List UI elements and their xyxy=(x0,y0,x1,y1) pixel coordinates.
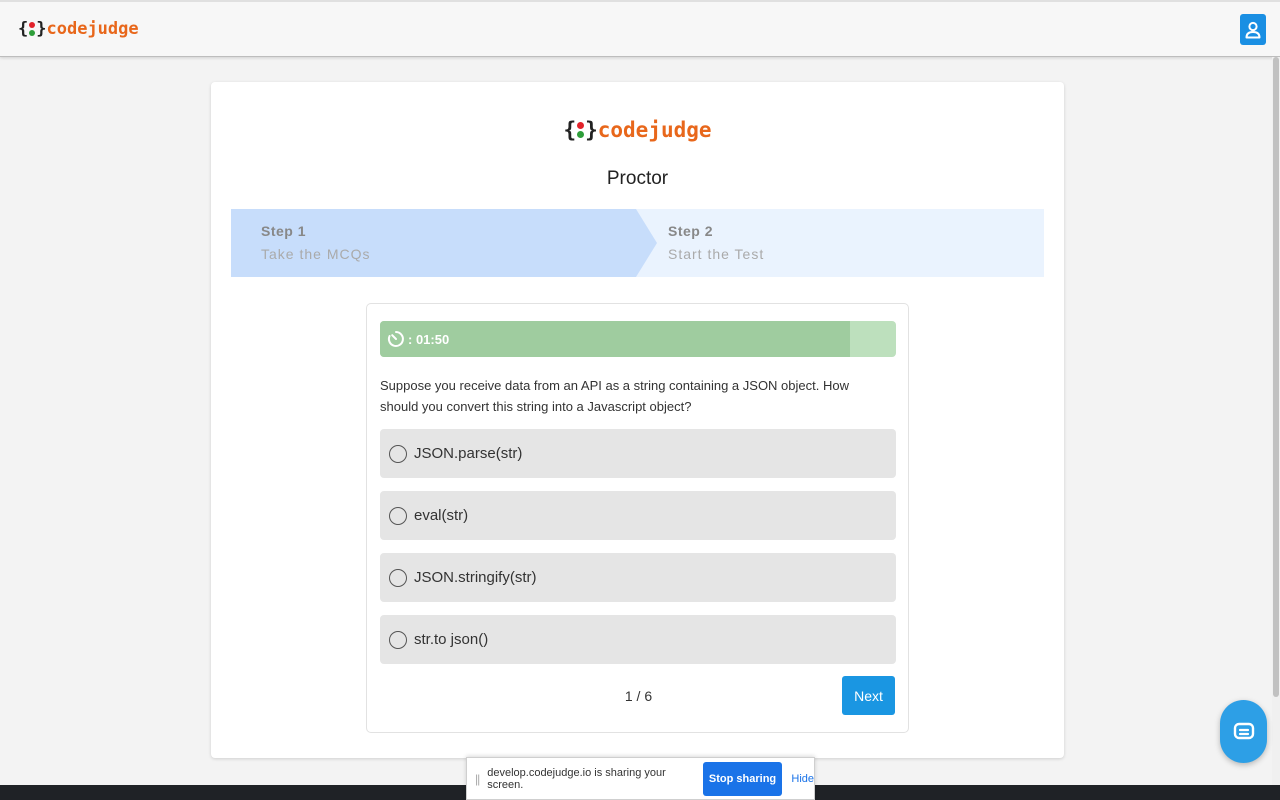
logo-close-brace: } xyxy=(36,19,47,39)
card-logo-traffic-dots-icon xyxy=(577,121,585,139)
question-counter: 1 / 6 xyxy=(624,688,653,704)
option-1[interactable]: JSON.parse(str) xyxy=(380,429,896,478)
card-logo-close-brace: } xyxy=(585,118,598,142)
page-scrollbar[interactable] xyxy=(1272,57,1280,785)
screen-share-notification: || develop.codejudge.io is sharing your … xyxy=(466,757,815,800)
stepper: Step 2 Start the Test Step 1 Take the MC… xyxy=(231,209,1044,277)
logo-green-dot xyxy=(29,30,36,36)
share-message: develop.codejudge.io is sharing your scr… xyxy=(487,766,666,791)
step-2-title: Step 2 xyxy=(668,223,714,239)
radio-button[interactable] xyxy=(389,444,407,463)
step-1: Step 1 Take the MCQs xyxy=(231,209,657,277)
timer-bar: : 01:50 xyxy=(380,321,896,357)
user-profile-button[interactable] xyxy=(1240,14,1266,45)
mcq-panel: : 01:50 Suppose you receive data from an… xyxy=(366,303,909,733)
question-text: Suppose you receive data from an API as … xyxy=(380,378,849,414)
radio-button[interactable] xyxy=(389,568,407,587)
logo-open-brace: { xyxy=(18,19,29,39)
timer-icon xyxy=(387,331,404,347)
option-label: JSON.parse(str) xyxy=(414,445,523,462)
card-logo-red-dot xyxy=(577,122,585,129)
radio-button[interactable] xyxy=(389,630,407,649)
option-label: JSON.stringify(str) xyxy=(414,569,537,586)
radio-button[interactable] xyxy=(389,506,407,525)
step-2-subtitle: Start the Test xyxy=(668,246,765,262)
logo-wordmark: codejudge xyxy=(46,19,139,39)
stop-sharing-button[interactable]: Stop sharing xyxy=(702,761,783,796)
chat-widget-button[interactable] xyxy=(1220,700,1267,763)
card-logo-wordmark: codejudge xyxy=(597,118,712,142)
proctor-card: { } codejudge Proctor Step 2 Start the T… xyxy=(211,82,1064,758)
card-logo-green-dot xyxy=(577,131,585,138)
user-icon xyxy=(1245,21,1261,38)
step-1-title: Step 1 xyxy=(261,223,307,239)
scrollbar-thumb[interactable] xyxy=(1273,57,1279,697)
drag-handle[interactable]: || xyxy=(475,772,480,786)
option-4[interactable]: str.to json() xyxy=(380,615,896,664)
option-label: str.to json() xyxy=(414,631,489,648)
timer-progress-fill xyxy=(380,321,850,357)
top-navbar: { } codejudge xyxy=(0,0,1280,57)
option-2[interactable]: eval(str) xyxy=(380,491,896,540)
codejudge-logo[interactable]: { } codejudge xyxy=(18,19,139,39)
page-title: Proctor xyxy=(606,168,669,189)
next-button[interactable]: Next xyxy=(842,676,895,715)
chat-icon xyxy=(1233,722,1254,739)
step-1-subtitle: Take the MCQs xyxy=(261,246,371,262)
logo-traffic-dots-icon xyxy=(29,21,36,37)
hide-link[interactable]: Hide xyxy=(791,773,814,785)
card-logo-open-brace: { xyxy=(563,118,577,142)
timer-content: : 01:50 xyxy=(387,321,449,357)
option-3[interactable]: JSON.stringify(str) xyxy=(380,553,896,602)
timer-label: : 01:50 xyxy=(408,331,450,347)
logo-red-dot xyxy=(29,22,36,28)
option-label: eval(str) xyxy=(414,507,469,524)
card-codejudge-logo: { } codejudge xyxy=(211,118,1064,142)
